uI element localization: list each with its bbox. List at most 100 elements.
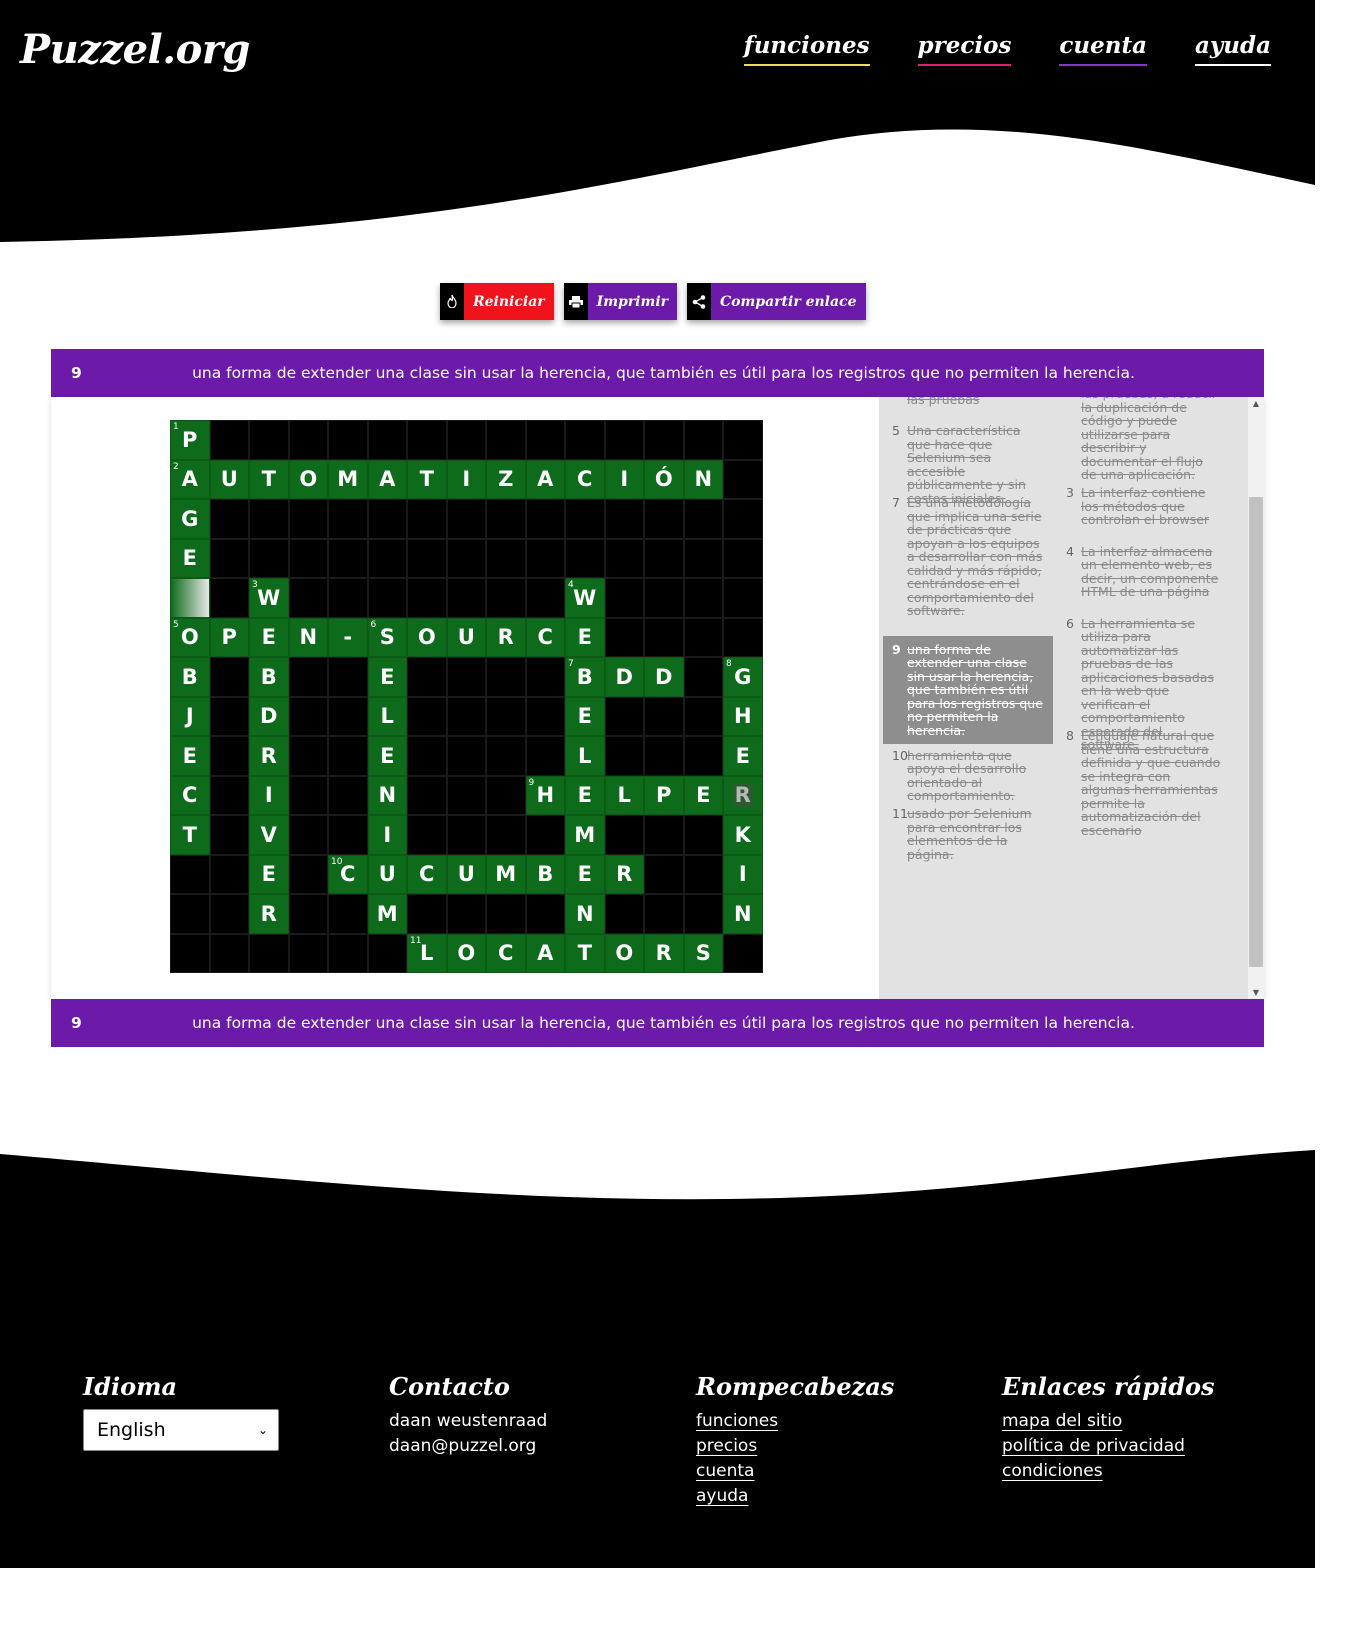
clue-item[interactable]: esfuerzo dedicados a las pruebas <box>883 397 1053 406</box>
crossword-cell[interactable]: A <box>367 459 407 499</box>
crossword-cell[interactable]: N <box>723 894 763 934</box>
clue-item[interactable]: 7 Es una metodología que implica una seri… <box>883 496 1053 618</box>
crossword-cell[interactable]: M <box>328 459 368 499</box>
crossword-cell[interactable]: E <box>565 617 605 657</box>
crossword-cell[interactable]: T <box>170 815 210 855</box>
scroll-up-arrow-icon[interactable]: ▲ <box>1248 399 1264 408</box>
crossword-cell[interactable]: C <box>565 459 605 499</box>
crossword-cell[interactable]: M <box>367 894 407 934</box>
crossword-cell[interactable]: E <box>565 854 605 894</box>
crossword-cell[interactable]: I <box>446 459 486 499</box>
reset-button[interactable]: Reiniciar <box>440 283 554 320</box>
crossword-cell[interactable]: Ó <box>644 459 684 499</box>
crossword-cell[interactable]: 6S <box>367 617 407 657</box>
scrollbar-thumb[interactable] <box>1249 497 1263 967</box>
scroll-down-arrow-icon[interactable]: ▼ <box>1248 988 1264 997</box>
crossword-cell[interactable]: O <box>446 933 486 973</box>
crossword-cell[interactable]: P <box>209 617 249 657</box>
crossword-cell[interactable]: E <box>565 775 605 815</box>
crossword-cell[interactable]: N <box>683 459 723 499</box>
crossword-cell[interactable]: - <box>328 617 368 657</box>
crossword-cell[interactable]: E <box>170 538 210 578</box>
crossword-cell[interactable]: N <box>288 617 328 657</box>
clue-item[interactable]: 5 Una característica que hace que Seleniu… <box>883 424 1053 505</box>
crossword-cell[interactable]: A <box>525 459 565 499</box>
crossword-cell[interactable]: P <box>644 775 684 815</box>
crossword-cell[interactable]: L <box>604 775 644 815</box>
footer-link-cuenta[interactable]: cuenta <box>696 1459 894 1484</box>
crossword-cell[interactable]: N <box>367 775 407 815</box>
clue-item[interactable]: 11 usado por Selenium para encontrar los … <box>883 807 1053 861</box>
crossword-cell[interactable]: K <box>723 815 763 855</box>
footer-link-ayuda[interactable]: ayuda <box>696 1484 894 1509</box>
crossword-cell[interactable]: A <box>525 933 565 973</box>
crossword-cell[interactable] <box>170 578 210 618</box>
crossword-cell[interactable]: E <box>367 736 407 776</box>
clue-list-scrollbar[interactable]: ▲ ▼ <box>1248 397 1264 999</box>
crossword-cell[interactable]: E <box>565 696 605 736</box>
crossword-cell[interactable]: E <box>367 657 407 697</box>
clue-item[interactable]: 4 La interfaz almacena un elemento web, e… <box>1057 544 1227 599</box>
crossword-cell[interactable]: U <box>367 854 407 894</box>
print-button[interactable]: Imprimir <box>563 283 678 320</box>
clue-item[interactable]: 8 Lenguaje natural que tiene una estructu… <box>1057 729 1227 837</box>
crossword-cell[interactable]: I <box>367 815 407 855</box>
crossword-cell[interactable]: J <box>170 696 210 736</box>
crossword-cell[interactable]: I <box>249 775 289 815</box>
footer-link-precios[interactable]: precios <box>696 1434 894 1459</box>
crossword-cell[interactable]: E <box>170 736 210 776</box>
crossword-cell[interactable]: R <box>723 775 763 815</box>
crossword-cell[interactable]: U <box>209 459 249 499</box>
crossword-cell[interactable]: S <box>683 933 723 973</box>
crossword-cell[interactable]: D <box>604 657 644 697</box>
crossword-cell[interactable]: C <box>407 854 447 894</box>
footer-link-funciones[interactable]: funciones <box>696 1409 894 1434</box>
language-select[interactable]: English ⌄ <box>83 1409 279 1451</box>
crossword-cell[interactable]: I <box>604 459 644 499</box>
crossword-cell[interactable]: L <box>565 736 605 776</box>
crossword-cell[interactable]: C <box>170 775 210 815</box>
crossword-cell[interactable]: R <box>249 894 289 934</box>
crossword-cell[interactable]: E <box>249 617 289 657</box>
crossword-cell[interactable]: G <box>170 499 210 539</box>
crossword-cell[interactable]: L <box>367 696 407 736</box>
crossword-cell[interactable]: 8G <box>723 657 763 697</box>
crossword-cell[interactable]: O <box>407 617 447 657</box>
crossword-cell[interactable]: 4W <box>565 578 605 618</box>
crossword-cell[interactable]: C <box>486 933 526 973</box>
crossword-cell[interactable]: B <box>249 657 289 697</box>
clue-item[interactable]: 3 La interfaz contiene los métodos que co… <box>1057 486 1227 527</box>
clue-item[interactable]: 9 una forma de extender una clase sin usa… <box>883 635 1053 744</box>
footer-link-terms[interactable]: condiciones <box>1002 1459 1215 1484</box>
crossword-cell[interactable]: O <box>604 933 644 973</box>
crossword-cell[interactable]: T <box>565 933 605 973</box>
crossword-cell[interactable]: N <box>565 894 605 934</box>
crossword-cell[interactable]: R <box>486 617 526 657</box>
crossword-cell[interactable]: D <box>249 696 289 736</box>
share-link-button[interactable]: Compartir enlace <box>687 283 866 320</box>
crossword-cell[interactable]: 10 C <box>328 854 368 894</box>
crossword-cell[interactable]: H <box>723 696 763 736</box>
site-logo[interactable]: Puzzel.org <box>20 26 250 73</box>
crossword-cell[interactable]: U <box>446 854 486 894</box>
crossword-cell[interactable]: 2A <box>170 459 210 499</box>
crossword-cell[interactable]: R <box>604 854 644 894</box>
nav-funciones[interactable]: funciones <box>743 32 870 66</box>
crossword-cell[interactable]: U <box>446 617 486 657</box>
footer-link-privacy[interactable]: política de privacidad <box>1002 1434 1215 1459</box>
crossword-cell[interactable]: R <box>644 933 684 973</box>
crossword-cell[interactable]: R <box>249 736 289 776</box>
crossword-cell[interactable]: 7B <box>565 657 605 697</box>
crossword-cell[interactable]: M <box>486 854 526 894</box>
crossword-cell[interactable]: 1P <box>170 420 210 460</box>
crossword-cell[interactable]: B <box>525 854 565 894</box>
crossword-cell[interactable]: T <box>407 459 447 499</box>
crossword-cell[interactable]: T <box>249 459 289 499</box>
clue-item[interactable]: 10 herramienta que apoya el desarrollo or… <box>883 748 1053 803</box>
crossword-grid[interactable]: 1P2AUTOMATIZACIÓNGE3W4W5OPEN-6SOURCEBBE7… <box>170 420 763 973</box>
crossword-cell[interactable]: B <box>170 657 210 697</box>
nav-precios[interactable]: precios <box>917 32 1012 66</box>
contact-email[interactable]: daan@puzzel.org <box>389 1434 547 1459</box>
crossword-cell[interactable]: 3W <box>249 578 289 618</box>
nav-cuenta[interactable]: cuenta <box>1059 32 1148 66</box>
